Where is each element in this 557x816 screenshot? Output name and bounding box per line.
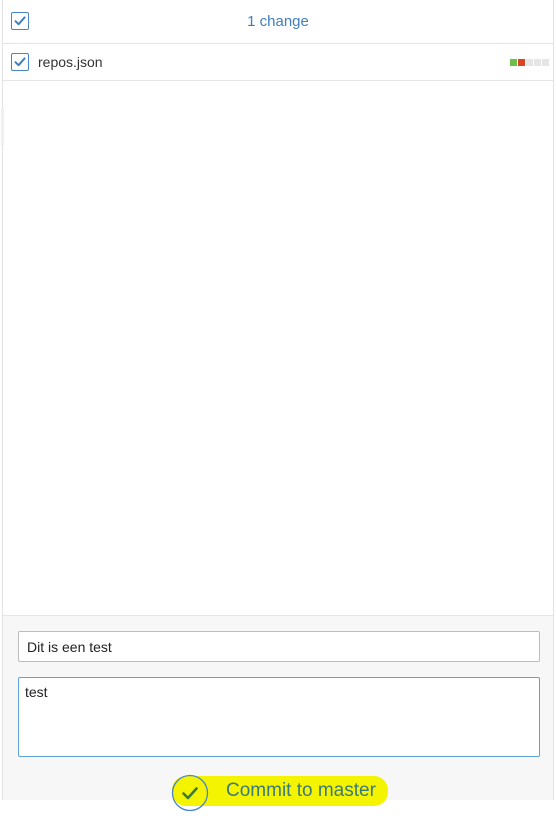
commit-form: test [3,615,553,800]
commit-summary-input[interactable] [18,631,540,662]
check-circle-icon[interactable] [171,774,209,812]
diffstat-neutral-block [526,59,533,66]
changes-header: 1 change [3,0,553,44]
file-list-item[interactable]: repos.json [3,44,553,81]
changes-count: 1 change [247,13,309,30]
changes-panel: 1 change repos.json test [1,0,554,800]
file-name: repos.json [38,54,103,70]
diffstat-added-block [510,59,517,66]
commit-button[interactable]: Commit to master [226,777,376,805]
diffstat-neutral-block [534,59,541,66]
commit-description-input[interactable]: test [18,677,540,757]
diffstat-indicator [510,59,549,66]
resize-handle[interactable] [1,108,4,146]
diffstat-neutral-block [542,59,549,66]
checkmark-icon [14,57,26,67]
file-checkbox[interactable] [11,53,29,71]
diffstat-removed-block [518,59,525,66]
